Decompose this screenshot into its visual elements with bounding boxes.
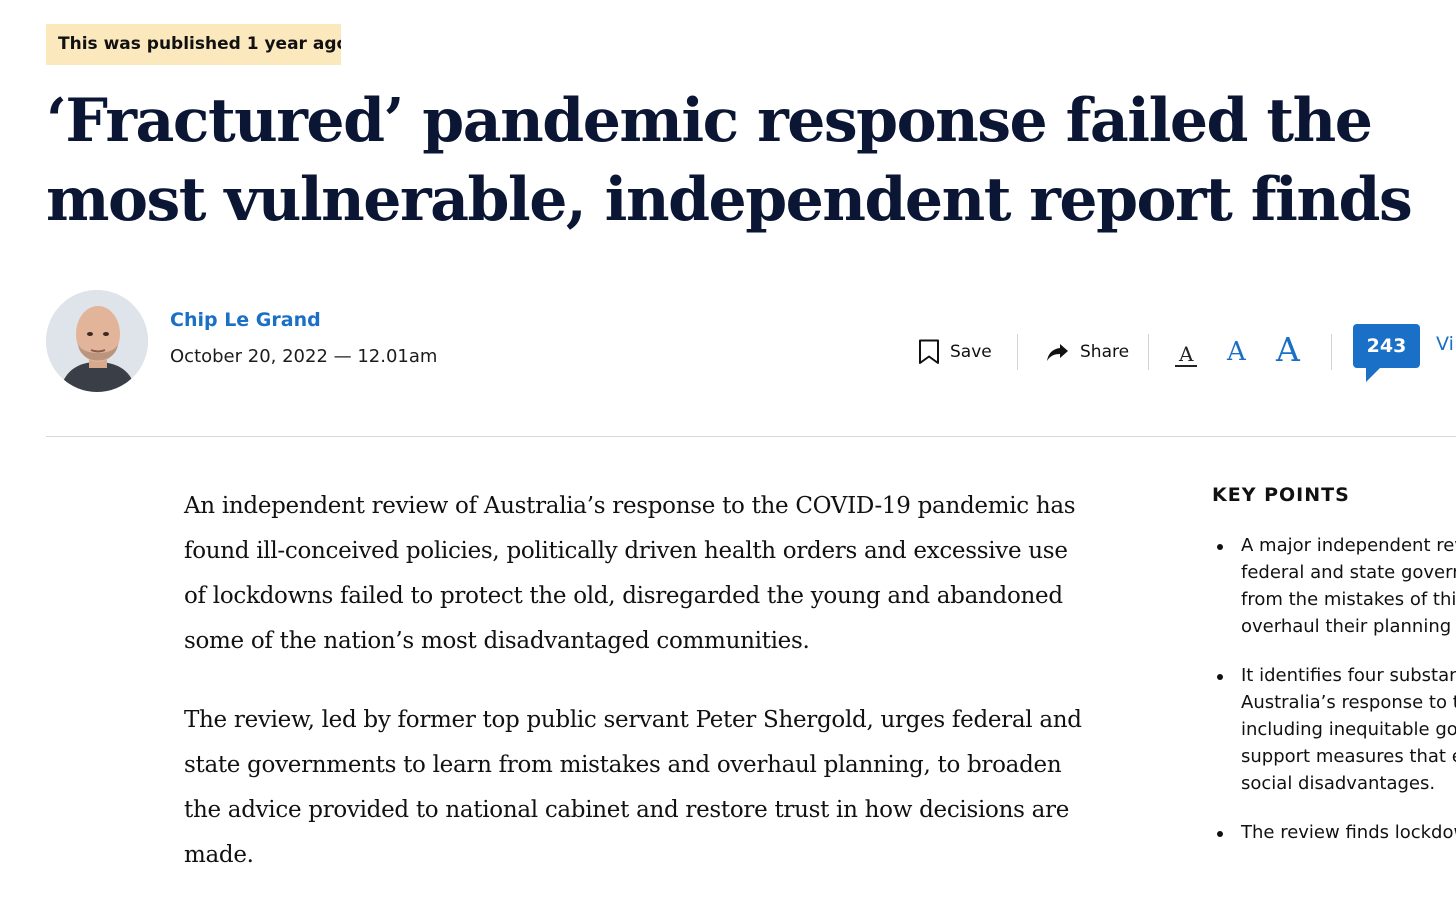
author-avatar[interactable] — [46, 290, 148, 392]
bookmark-icon — [919, 339, 939, 364]
article-paragraph: An independent review of Australia’s res… — [184, 493, 1076, 654]
key-point-line: A major independent rev — [1241, 535, 1456, 556]
published-notice: This was published 1 year ago — [46, 24, 341, 65]
key-points-heading: KEY POINTS — [1212, 484, 1350, 506]
author-name-link[interactable]: Chip Le Grand — [170, 309, 321, 331]
comment-bubble-tail — [1366, 366, 1382, 382]
byline-divider — [46, 436, 1456, 437]
key-point-line: The review finds lockdow — [1241, 822, 1456, 843]
font-size-medium-button[interactable]: A — [1227, 339, 1246, 365]
key-point-line: support measures that e — [1241, 746, 1456, 767]
key-point-line: social disadvantages. — [1241, 773, 1436, 794]
save-button[interactable]: Save — [918, 338, 992, 366]
view-comments-link[interactable]: Vi — [1436, 333, 1454, 355]
key-point-line: including inequitable go — [1241, 719, 1456, 740]
key-point-line: Australia’s response to t — [1241, 692, 1456, 713]
toolbar-divider — [1148, 334, 1149, 370]
share-arrow-icon — [1047, 344, 1068, 361]
author-photo-icon — [46, 290, 148, 392]
key-points-list: A major independent rev federal and stat… — [1212, 532, 1456, 868]
share-button[interactable]: Share — [1046, 338, 1129, 366]
comment-count-button[interactable]: 243 — [1353, 324, 1420, 368]
publish-date: October 20, 2022 — 12.01am — [170, 346, 438, 367]
article-paragraph: The review, led by former top public ser… — [184, 707, 1082, 868]
font-size-small-button[interactable]: A — [1175, 344, 1198, 367]
save-label: Save — [950, 342, 992, 362]
toolbar-divider — [1017, 334, 1018, 370]
key-point-item: A major independent rev federal and stat… — [1212, 532, 1456, 640]
key-point-line: overhaul their planning — [1241, 616, 1452, 637]
key-point-line: federal and state govern — [1241, 562, 1456, 583]
key-point-item: It identifies four substan Australia’s r… — [1212, 662, 1456, 797]
key-point-line: from the mistakes of thi — [1241, 589, 1456, 610]
article-headline: ‘Fractured’ pandemic response failed the… — [46, 86, 1413, 235]
toolbar-divider — [1331, 334, 1332, 370]
article-body: An independent review of Australia’s res… — [184, 484, 1094, 912]
font-size-large-button[interactable]: A — [1276, 333, 1300, 366]
share-label: Share — [1080, 342, 1130, 362]
key-point-item: The review finds lockdow — [1212, 819, 1456, 846]
key-point-line: It identifies four substan — [1241, 665, 1456, 686]
